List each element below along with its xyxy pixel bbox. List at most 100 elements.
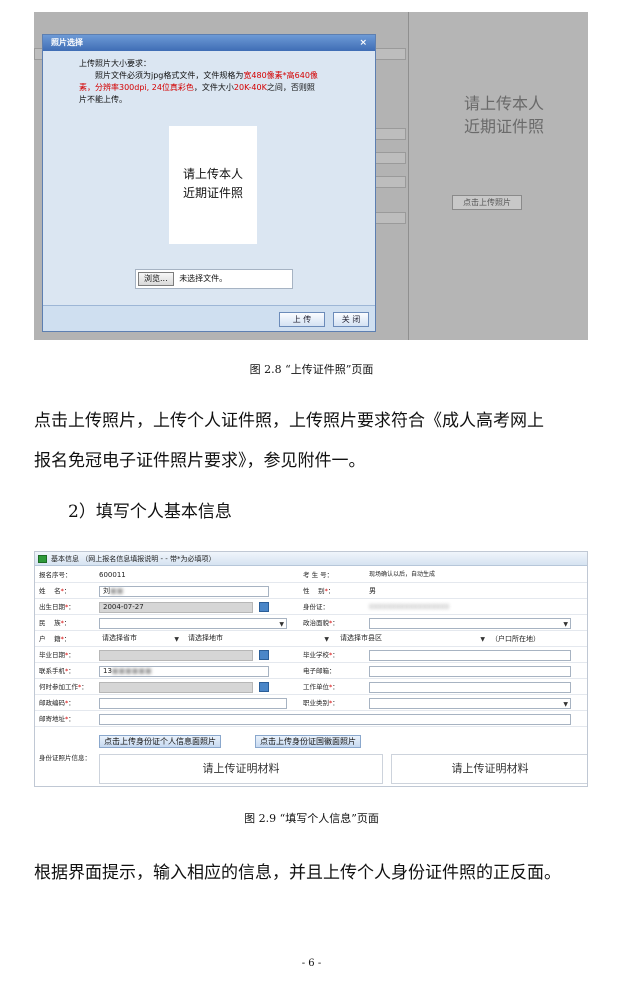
- placeholder-line: 近期证件照: [182, 186, 243, 200]
- browse-button[interactable]: 浏览...: [138, 272, 174, 286]
- form-header: 基本信息 （网上报名信息填报说明 - - 带*为必填项）: [35, 552, 587, 566]
- chevron-down-icon: ▼: [563, 701, 568, 708]
- placeholder-line: 请上传本人: [463, 94, 544, 113]
- requirements-heading: 上传照片大小要求：: [79, 59, 151, 68]
- work-unit-input[interactable]: [369, 682, 571, 693]
- field-label: 何时参加工作*：: [39, 683, 88, 691]
- field-label: 考 生 号：: [303, 571, 334, 579]
- close-button[interactable]: 关 闭: [333, 312, 369, 327]
- field-label: 邮政编码*：: [39, 699, 75, 707]
- field-label: 户 籍*：: [39, 635, 71, 643]
- info-icon: [38, 555, 47, 563]
- phone-input[interactable]: 13■■■■■■: [99, 666, 269, 677]
- figure-caption: 图 2.8 “上传证件照”页面: [249, 363, 374, 376]
- form-row: 户 籍*： 请选择省市 ▼ 请选择地市 ▼ 请选择市县区 ▼ （户口所在地）: [35, 631, 587, 647]
- county-select[interactable]: 请选择市县区 ▼: [337, 634, 487, 645]
- form-row: 何时参加工作*： 工作单位*：: [35, 679, 587, 695]
- field-label-text: 毕业学校: [303, 651, 329, 659]
- dialog-title: 照片选择: [51, 38, 83, 47]
- file-input[interactable]: 浏览... 未选择文件。: [135, 269, 293, 289]
- field-label-text: 职业类别: [303, 699, 329, 707]
- field-label-text: 邮寄地址: [39, 715, 65, 723]
- form-row: 民 族*： ▼ 政治面貌*： ▼: [35, 615, 587, 631]
- field-label-text: 毕业日期: [39, 651, 65, 659]
- postcode-input[interactable]: [99, 698, 287, 709]
- calendar-icon[interactable]: [259, 650, 269, 660]
- email-input[interactable]: [369, 666, 571, 677]
- paragraph-line: 点击上传照片，上传个人证件照，上传照片要求符合《成人高考网上: [34, 411, 544, 431]
- field-label: 政治面貌*：: [303, 619, 339, 627]
- address-input[interactable]: [99, 714, 571, 725]
- field-label-text: 邮政编码: [39, 699, 65, 707]
- requirements-text: 之间，否则照: [266, 83, 315, 92]
- form-row: 联系手机*： 13■■■■■■ 电子邮箱：: [35, 663, 587, 679]
- chevron-down-icon: ▼: [563, 621, 568, 628]
- dialog-footer: 上 传 关 闭: [43, 305, 375, 331]
- background-photo-placeholder: 请上传本人 近期证件照: [429, 92, 579, 138]
- calendar-icon[interactable]: [259, 602, 269, 612]
- field-label: 身份证：: [303, 603, 329, 611]
- requirements-highlight: 宽480像素*高640像: [243, 71, 318, 80]
- political-status-select[interactable]: ▼: [369, 618, 571, 629]
- job-category-select[interactable]: ▼: [369, 698, 571, 709]
- field-label-text: 联系手机: [39, 667, 65, 675]
- close-icon[interactable]: ×: [359, 35, 367, 51]
- graduation-school-input[interactable]: [369, 650, 571, 661]
- personal-info-screenshot: 基本信息 （网上报名信息填报说明 - - 带*为必填项） 报名序号： 60001…: [34, 551, 588, 787]
- graduation-date-input[interactable]: [99, 650, 253, 661]
- field-label-text: 姓 名: [39, 587, 61, 595]
- form-row: 姓 名*： 刘■■ 性 别*： 男: [35, 583, 587, 599]
- field-label: 职业类别*：: [303, 699, 339, 707]
- field-label-text: 性 别: [303, 587, 325, 595]
- city-select[interactable]: 请选择地市 ▼: [185, 634, 331, 645]
- form-row: 出生日期*： 2004-07-27 身份证： 00000000000000000…: [35, 599, 587, 615]
- name-input[interactable]: 刘■■: [99, 586, 269, 597]
- paragraph-line: 报名免冠电子证件照片要求》，参见附件一。: [34, 451, 366, 471]
- dialog-titlebar: 照片选择 ×: [43, 35, 375, 51]
- id-photo-label: 身份证照片信息：: [39, 754, 91, 762]
- chevron-down-icon: ▼: [480, 636, 485, 643]
- ethnic-select[interactable]: ▼: [99, 618, 287, 629]
- field-label: 姓 名*：: [39, 587, 71, 595]
- upload-id-front-button[interactable]: 点击上传身份证个人信息面照片: [99, 735, 221, 748]
- phone-value: 13: [103, 667, 112, 675]
- chevron-down-icon: ▼: [279, 621, 284, 628]
- photo-preview: 请上传本人 近期证件照: [169, 126, 257, 244]
- form-row: 邮寄地址*：: [35, 711, 587, 727]
- requirements-line-3: 片不能上传。: [79, 95, 127, 104]
- id-back-upload-box[interactable]: 请上传证明材料: [391, 754, 587, 784]
- chevron-down-icon: ▼: [174, 636, 179, 643]
- county-placeholder: 请选择市县区: [340, 634, 382, 642]
- province-placeholder: 请选择省市: [102, 634, 137, 642]
- page-number: - 6 -: [301, 958, 322, 969]
- field-label: 民 族*：: [39, 619, 71, 627]
- background-upload-photo-button[interactable]: 点击上传照片: [452, 195, 522, 210]
- section-heading: 2）填写个人基本信息: [68, 502, 232, 522]
- chevron-down-icon: ▼: [324, 636, 329, 643]
- city-placeholder: 请选择地市: [188, 634, 223, 642]
- upload-button[interactable]: 上 传: [279, 312, 325, 327]
- reg-no-value: 600011: [99, 571, 126, 579]
- field-label-text: 户 籍: [39, 635, 61, 643]
- upload-photo-screenshot: 请上传本人 近期证件照 点击上传照片 照片选择 × 上传照片大小要求： 照片文件…: [34, 12, 588, 340]
- field-label: 性 别*：: [303, 587, 335, 595]
- form-row: 报名序号： 600011 考 生 号： 现场确认以后，自动生成: [35, 567, 587, 583]
- id-front-upload-box[interactable]: 请上传证明材料: [99, 754, 383, 784]
- upload-id-back-button[interactable]: 点击上传身份证国徽面照片: [255, 735, 361, 748]
- placeholder-line: 请上传本人: [182, 167, 243, 181]
- requirements-text: ，文件大小: [193, 83, 234, 92]
- field-label: 联系手机*：: [39, 667, 75, 675]
- field-label: 出生日期*：: [39, 603, 75, 611]
- province-select[interactable]: 请选择省市 ▼: [99, 634, 181, 645]
- gender-value: 男: [369, 587, 376, 595]
- name-value: 刘: [103, 587, 110, 595]
- file-status: 未选择文件。: [179, 274, 228, 283]
- photo-select-dialog: 照片选择 × 上传照片大小要求： 照片文件必须为jpg格式文件，文件规格为宽48…: [42, 34, 376, 332]
- work-start-date-input[interactable]: [99, 682, 253, 693]
- field-label: 邮寄地址*：: [39, 715, 75, 723]
- birth-date-input[interactable]: 2004-07-27: [99, 602, 253, 613]
- field-label: 电子邮箱：: [303, 667, 336, 675]
- background-photo-column: [408, 12, 588, 340]
- calendar-icon[interactable]: [259, 682, 269, 692]
- requirements-text: 照片文件必须为jpg格式文件，文件规格为: [95, 71, 244, 80]
